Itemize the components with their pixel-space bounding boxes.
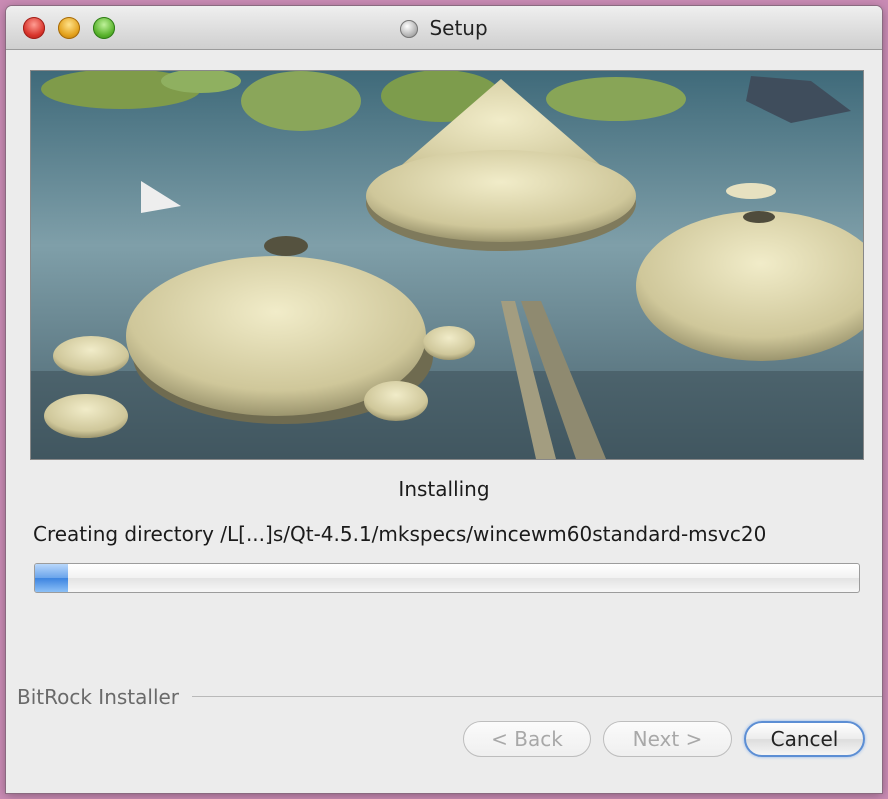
installing-heading: Installing (398, 477, 490, 501)
window-title: Setup (429, 16, 488, 40)
back-button[interactable]: < Back (463, 721, 591, 757)
setup-gear-icon (400, 20, 419, 38)
setup-window: Setup Installing Creating directory /L[.… (6, 6, 882, 793)
current-action-text: Creating directory /L[...]s/Qt-4.5.1/mks… (33, 522, 767, 546)
footer-separator (192, 696, 882, 697)
install-progress-fill (35, 564, 68, 592)
vendor-label: BitRock Installer (17, 685, 180, 709)
window-title-group: Setup (6, 16, 882, 40)
install-progress-bar (34, 563, 860, 593)
next-button[interactable]: Next > (603, 721, 732, 757)
installer-banner-image (30, 70, 864, 460)
banner-illustration (31, 71, 863, 459)
cancel-button[interactable]: Cancel (744, 721, 865, 757)
title-bar[interactable]: Setup (6, 6, 882, 50)
